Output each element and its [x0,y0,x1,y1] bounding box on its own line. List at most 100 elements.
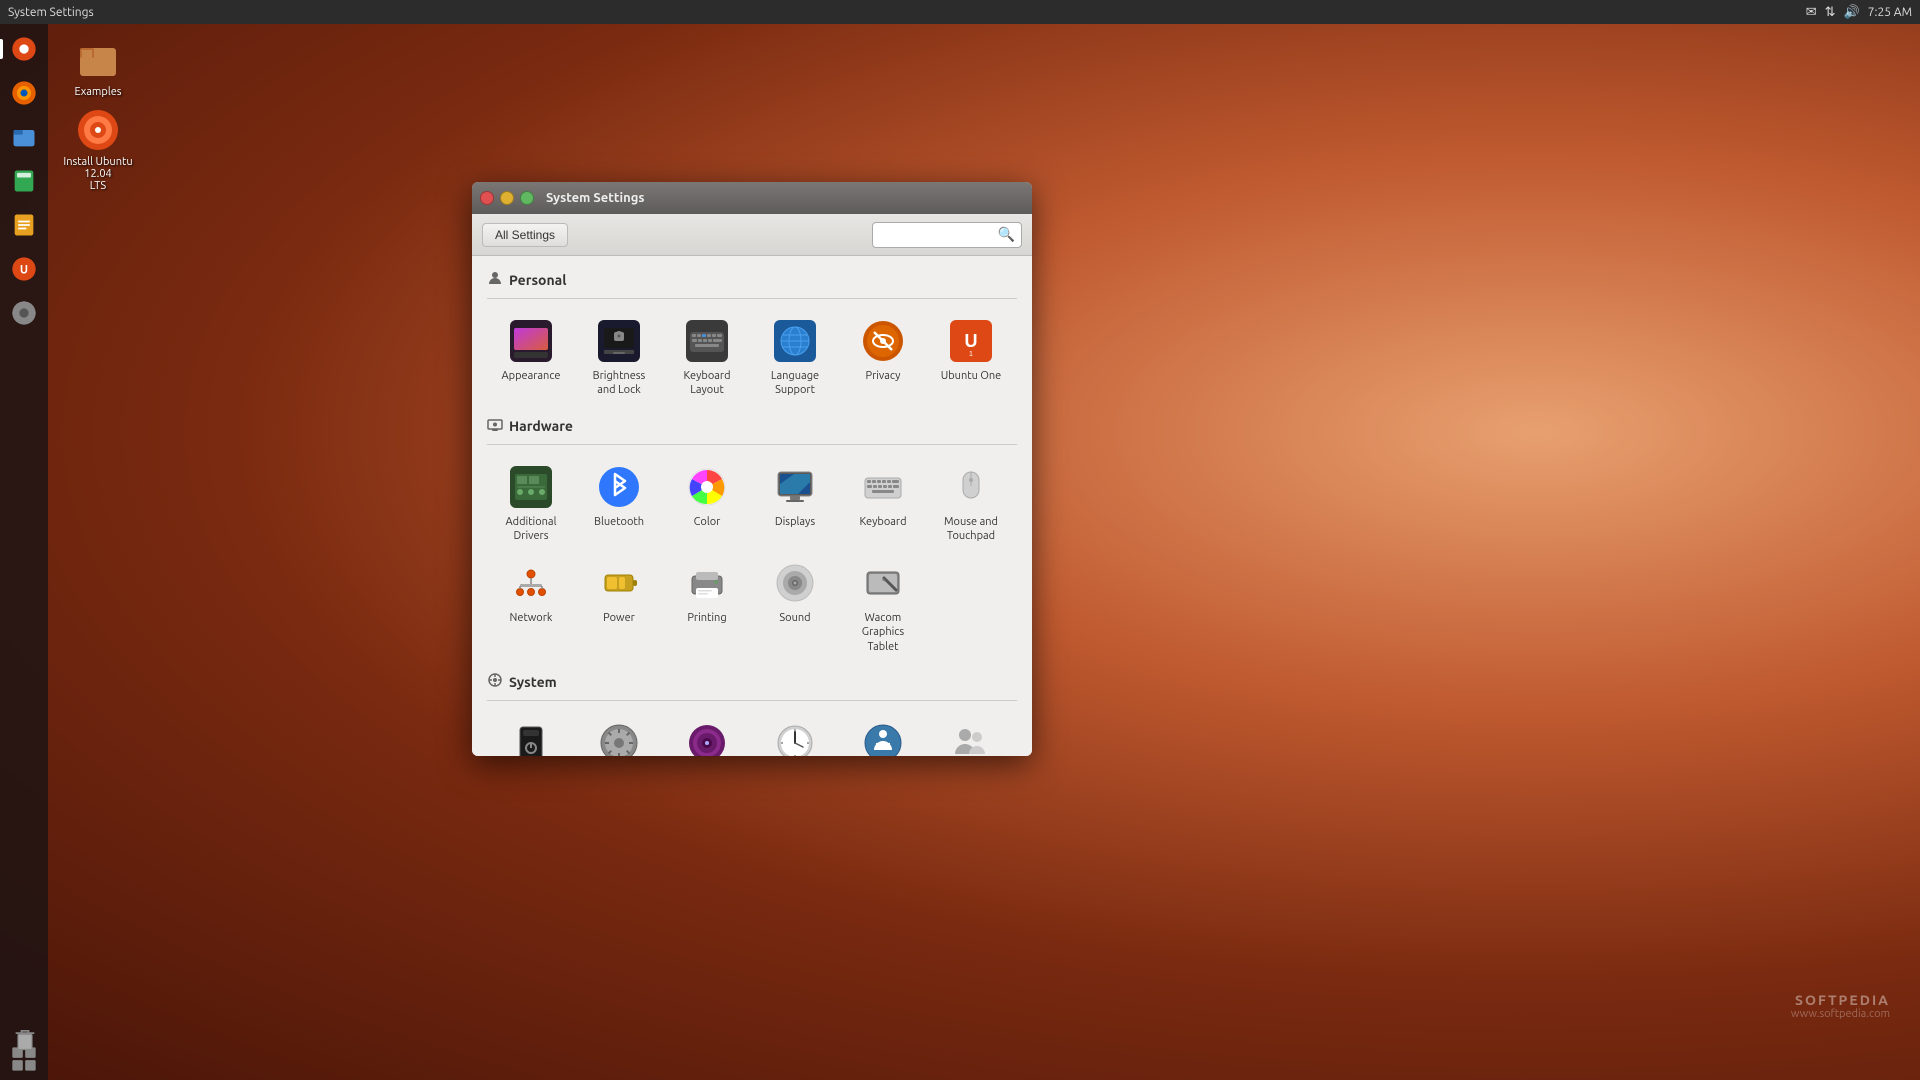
power-item[interactable]: Power [575,551,663,662]
personal-icon [487,270,503,290]
keyboard-item[interactable]: Keyboard [839,455,927,552]
universal-access-item[interactable]: UniversalAccess [839,711,927,756]
hardware-icon [487,416,503,436]
user-accounts-item[interactable]: UserAccounts [927,711,1015,756]
additional-drivers-label: AdditionalDrivers [506,515,557,544]
clock: 7:25 AM [1868,6,1912,19]
sound-icon [771,559,819,607]
watermark-line2: www.softpedia.com [1791,1008,1890,1020]
sound-item[interactable]: Sound [751,551,839,662]
dock-item-settings[interactable] [3,292,45,334]
privacy-label: Privacy [866,369,901,383]
network-label: Network [510,611,553,625]
search-input[interactable] [879,228,998,242]
wacom-label: WacomGraphicsTablet [862,611,904,654]
backup-item[interactable]: Backup [487,711,575,756]
volume-icon: 🔊 [1844,5,1860,20]
dock-item-firefox[interactable] [3,72,45,114]
keyboard-layout-item[interactable]: KeyboardLayout [663,309,751,406]
details-item[interactable]: Details [575,711,663,756]
install-label: Install Ubuntu 12.04LTS [58,156,138,192]
bluetooth-item[interactable]: Bluetooth [575,455,663,552]
keyboard-icon [859,463,907,511]
dock-item-home[interactable] [3,28,45,70]
displays-item[interactable]: Displays [751,455,839,552]
printing-icon [683,559,731,607]
svg-text:U: U [20,264,28,277]
power-label: Power [603,611,635,625]
keyboard-layout-icon [683,317,731,365]
watermark: SOFTPEDIA www.softpedia.com [1791,992,1890,1020]
window-minimize-button[interactable] [500,191,514,205]
all-settings-button[interactable]: All Settings [482,223,568,247]
management-service-item[interactable]: ManagementService [663,711,751,756]
hardware-items-grid: AdditionalDrivers Bluetooth [487,455,1017,662]
color-label: Color [694,515,721,529]
personal-divider [487,298,1017,299]
network-icon-item [507,559,555,607]
hardware-title: Hardware [509,418,573,434]
appearance-icon [507,317,555,365]
ubuntu-one-item[interactable]: U 1 Ubuntu One [927,309,1015,406]
time-date-item[interactable]: Time & Date [751,711,839,756]
wacom-item[interactable]: WacomGraphicsTablet [839,551,927,662]
brightness-lock-label: Brightnessand Lock [593,369,646,398]
language-support-item[interactable]: LanguageSupport [751,309,839,406]
additional-drivers-item[interactable]: AdditionalDrivers [487,455,575,552]
personal-title: Personal [509,272,567,288]
svg-text:U: U [965,331,978,351]
brightness-lock-icon [595,317,643,365]
system-title: System [509,674,557,690]
backup-icon [507,719,555,756]
printing-item[interactable]: Printing [663,551,751,662]
window-maximize-button[interactable] [520,191,534,205]
universal-access-icon [859,719,907,756]
network-item[interactable]: Network [487,551,575,662]
language-support-label: LanguageSupport [771,369,819,398]
desktop-icon-examples[interactable]: Examples [58,36,138,98]
desktop-area: Examples Install Ubuntu 12.04LTS [58,36,138,192]
mouse-touchpad-item[interactable]: Mouse andTouchpad [927,455,1015,552]
system-items-grid: Backup Details [487,711,1017,756]
privacy-icon [859,317,907,365]
topbar-right: ✉ ⇅ 🔊 7:25 AM [1806,5,1912,20]
bluetooth-label: Bluetooth [594,515,644,529]
keyboard-label: Keyboard [859,515,906,529]
mail-icon: ✉ [1806,5,1817,20]
dock-item-text[interactable] [3,204,45,246]
dock-item-files[interactable] [3,116,45,158]
sound-label: Sound [779,611,810,625]
system-icon [487,672,503,692]
hardware-divider [487,444,1017,445]
wacom-icon [859,559,907,607]
additional-drivers-icon [507,463,555,511]
topbar: System Settings ✉ ⇅ 🔊 7:25 AM [0,0,1920,24]
window-toolbar: All Settings 🔍 [472,214,1032,256]
window-titlebar: System Settings [472,182,1032,214]
user-accounts-icon [947,719,995,756]
displays-label: Displays [775,515,815,529]
color-icon [683,463,731,511]
settings-window: System Settings All Settings 🔍 Personal [472,182,1032,756]
mouse-touchpad-label: Mouse andTouchpad [944,515,998,544]
appearance-label: Appearance [502,369,561,383]
keyboard-layout-label: KeyboardLayout [683,369,730,398]
personal-items-grid: Appearance Br [487,309,1017,406]
system-divider [487,700,1017,701]
appearance-item[interactable]: Appearance [487,309,575,406]
search-box: 🔍 [872,222,1022,248]
dock: U [0,24,48,1080]
window-title: System Settings [546,191,645,205]
brightness-lock-item[interactable]: Brightnessand Lock [575,309,663,406]
ubuntu-one-icon: U 1 [947,317,995,365]
ubuntu-one-label: Ubuntu One [941,369,1002,383]
dock-item-calc[interactable] [3,160,45,202]
dock-item-software[interactable]: U [3,248,45,290]
watermark-line1: SOFTPEDIA [1791,992,1890,1008]
trash-icon[interactable] [4,1018,46,1060]
window-close-button[interactable] [480,191,494,205]
desktop-icon-install[interactable]: Install Ubuntu 12.04LTS [58,106,138,192]
color-item[interactable]: Color [663,455,751,552]
privacy-item[interactable]: Privacy [839,309,927,406]
network-icon: ⇅ [1825,5,1836,20]
